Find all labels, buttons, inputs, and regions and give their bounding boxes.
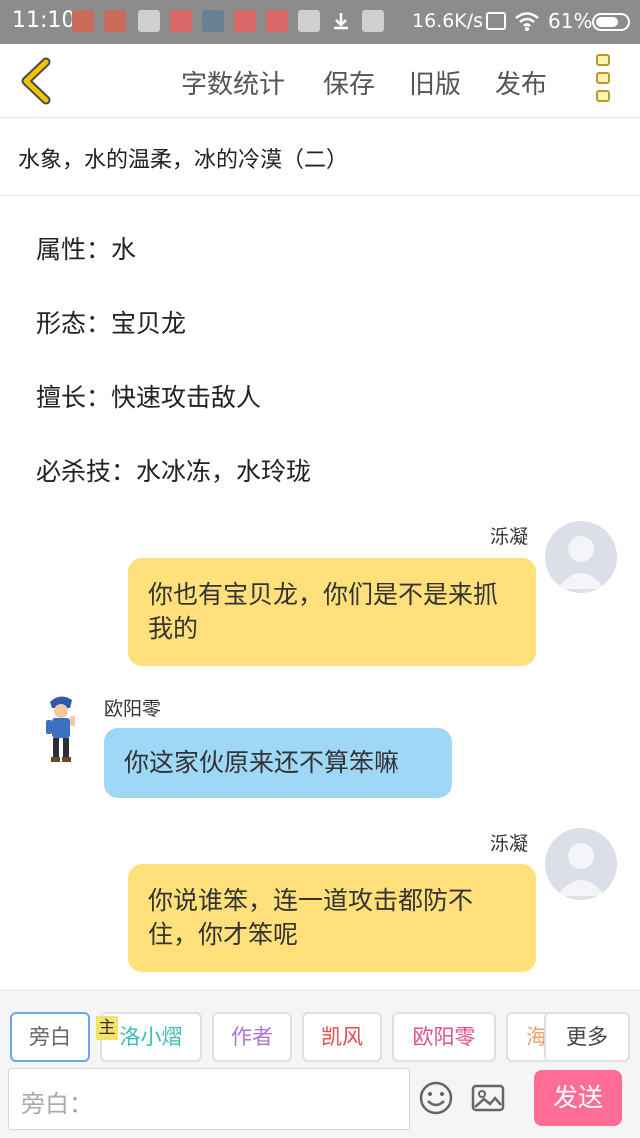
app-icon — [170, 10, 192, 32]
role-chip-narrator[interactable]: 旁白 — [10, 1012, 90, 1062]
avatar[interactable] — [545, 521, 617, 593]
property-line: 属性：水 — [36, 235, 137, 264]
more-vertical-icon[interactable] — [596, 54, 614, 108]
chapter-title[interactable]: 水象，水的温柔，冰的冷漠（二） — [18, 142, 348, 174]
image-icon[interactable] — [470, 1080, 506, 1116]
avatar[interactable] — [545, 828, 617, 900]
app-icon — [266, 10, 288, 32]
gallery-icon — [202, 10, 224, 32]
send-button[interactable]: 发送 — [534, 1070, 622, 1126]
role-chip-author[interactable]: 作者 — [212, 1012, 292, 1062]
property-line: 形态：宝贝龙 — [36, 309, 187, 338]
editor-toolbar: 字数统计 保存 旧版 发布 — [0, 44, 640, 118]
battery-percent: 61% — [548, 9, 593, 33]
message-bubble[interactable]: 你这家伙原来还不算笨嘛 — [104, 728, 452, 798]
status-bar: 11:10 16.6K/s 61% — [0, 0, 640, 44]
save-button[interactable]: 保存 — [323, 64, 375, 101]
mi-icon — [362, 10, 384, 32]
wifi-icon — [514, 10, 539, 32]
more-roles-button[interactable]: 更多 — [544, 1012, 630, 1062]
mi-icon — [72, 10, 94, 32]
network-speed: 16.6K/s — [412, 10, 484, 32]
video-icon — [138, 10, 160, 32]
speaker-name: 泺凝 — [490, 833, 529, 855]
role-chip[interactable]: 欧阳零 — [392, 1012, 496, 1062]
input-bar: 旁白： 发送 — [0, 1064, 640, 1138]
role-chip[interactable]: 凯风 — [302, 1012, 382, 1062]
mi-icon — [104, 10, 126, 32]
speaker-name: 泺凝 — [490, 526, 529, 548]
property-line: 必杀技：水冰冻，水玲珑 — [36, 457, 312, 486]
message-input[interactable]: 旁白： — [8, 1068, 410, 1130]
status-time: 11:10 — [12, 8, 76, 33]
main-character-tag: 主 — [96, 1016, 118, 1040]
old-version-button[interactable]: 旧版 — [409, 64, 461, 101]
publish-button[interactable]: 发布 — [495, 64, 547, 101]
character-avatar[interactable] — [40, 694, 80, 764]
property-line: 擅长：快速攻击敌人 — [36, 383, 262, 412]
word-count-button[interactable]: 字数统计 — [181, 64, 285, 101]
speaker-name: 欧阳零 — [104, 698, 162, 720]
download-icon — [330, 10, 352, 32]
emoji-icon[interactable] — [418, 1080, 454, 1116]
divider — [0, 195, 640, 196]
battery-icon — [592, 13, 630, 31]
input-placeholder: 旁白： — [21, 1090, 93, 1118]
back-chevron-icon[interactable] — [14, 56, 62, 106]
message-bubble[interactable]: 你说谁笨，连一道攻击都防不住，你才笨呢 — [128, 864, 536, 972]
app-icon — [234, 10, 256, 32]
message-bubble[interactable]: 你也有宝贝龙，你们是不是来抓我的 — [128, 558, 536, 666]
video-icon — [298, 10, 320, 32]
sim-icon — [486, 12, 506, 30]
